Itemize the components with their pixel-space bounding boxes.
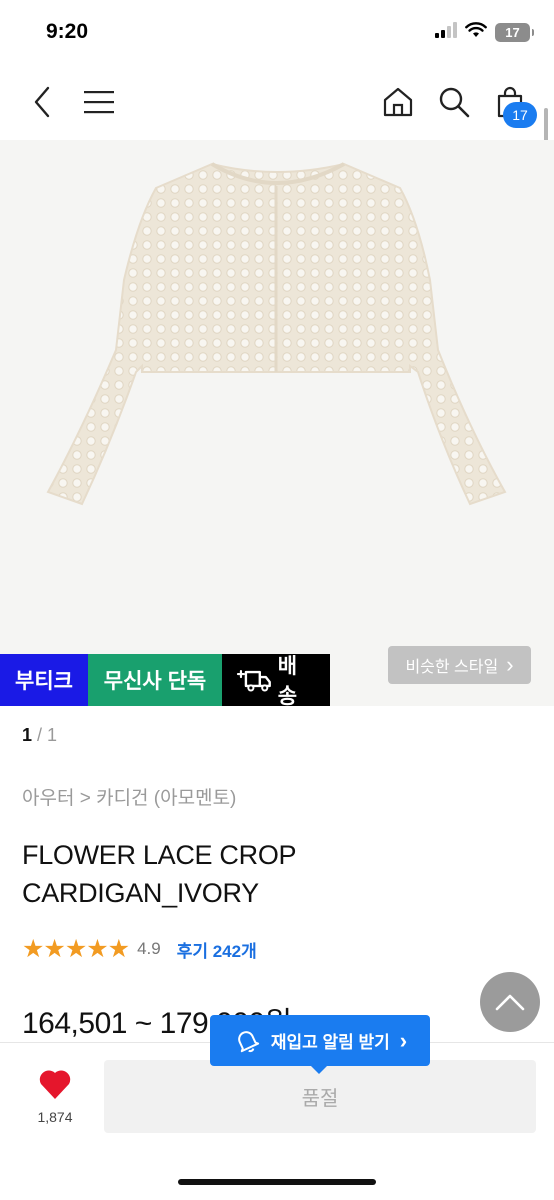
pager-current: 1 [22, 725, 33, 745]
chevron-up-icon [495, 994, 525, 1011]
cart-count-badge: 17 [503, 102, 537, 128]
menu-icon [84, 91, 114, 114]
truck-icon [236, 669, 271, 692]
top-nav [0, 68, 554, 138]
menu-button[interactable] [79, 82, 119, 122]
battery-indicator: 17 [495, 23, 534, 42]
search-icon [439, 87, 470, 118]
rating-stars-icon: ★★★★★ [22, 935, 130, 963]
like-button[interactable]: 1,874 [28, 1068, 82, 1125]
exclusive-label: 무신사 단독 [103, 670, 207, 693]
breadcrumb[interactable]: 아우터 > 카디건 (아모멘토) [22, 783, 236, 810]
cardigan-image [46, 162, 507, 506]
exclusive-badge: 무신사 단독 [88, 654, 222, 706]
back-icon [34, 86, 50, 118]
review-count-link[interactable]: 후기 242개 [177, 937, 257, 962]
similar-style-label: 비슷한 스타일 [405, 659, 499, 676]
home-icon [383, 87, 413, 117]
boutique-badge: 부티크 [0, 654, 88, 706]
product-title-line1: FLOWER LACE CROP [22, 840, 297, 870]
status-bar: 9:20 17 [0, 0, 554, 68]
home-button[interactable] [378, 82, 418, 122]
product-title: FLOWER LACE CROP CARDIGAN_IVORY [22, 836, 442, 912]
wifi-icon [465, 22, 487, 43]
product-image[interactable] [0, 140, 554, 706]
rating-row: ★★★★★ 4.9 후기 242개 [22, 935, 257, 963]
back-button[interactable] [22, 82, 62, 122]
delivery-label: 배송 [277, 655, 298, 708]
similar-style-button[interactable]: 비슷한 스타일 › [388, 646, 531, 684]
status-icons: 17 [435, 22, 534, 43]
badge-row: 부티크 무신사 단독 배송 [0, 654, 330, 708]
scroll-top-button[interactable] [480, 972, 540, 1032]
status-time: 9:20 [46, 20, 89, 43]
home-indicator[interactable] [178, 1179, 376, 1185]
pager-total: / 1 [37, 725, 58, 745]
chevron-right-icon: › [399, 1027, 408, 1053]
signal-icon [435, 22, 457, 43]
rating-value: 4.9 [137, 939, 161, 958]
boutique-label: 부티크 [15, 670, 73, 693]
product-title-line2: CARDIGAN_IVORY [22, 878, 259, 908]
image-pager: 1 / 1 [22, 725, 57, 746]
bell-icon [238, 1030, 259, 1052]
restock-alert-button[interactable]: 재입고 알림 받기 › [210, 1015, 430, 1074]
like-count: 1,874 [37, 1109, 73, 1125]
restock-label: 재입고 알림 받기 [270, 1033, 390, 1052]
search-button[interactable] [434, 82, 474, 122]
delivery-badge: 배송 [222, 654, 330, 708]
chevron-right-icon: › [506, 652, 514, 677]
heart-icon [39, 1070, 71, 1099]
